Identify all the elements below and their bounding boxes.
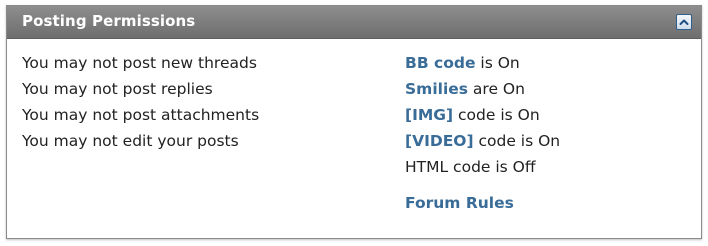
img-code-link[interactable]: [IMG] bbox=[405, 106, 453, 124]
forum-rules-link[interactable]: Forum Rules bbox=[405, 194, 514, 212]
bbcode-setting: BB code is On bbox=[405, 50, 560, 76]
panel-header: Posting Permissions bbox=[7, 6, 701, 39]
smilies-link[interactable]: Smilies bbox=[405, 80, 468, 98]
permission-item: You may not post replies bbox=[22, 80, 213, 98]
bbcode-link[interactable]: BB code bbox=[405, 54, 475, 72]
video-code-link[interactable]: [VIDEO] bbox=[405, 132, 474, 150]
video-setting: [VIDEO] code is On bbox=[405, 128, 560, 154]
smilies-setting: Smilies are On bbox=[405, 76, 560, 102]
collapse-button[interactable] bbox=[676, 14, 692, 30]
collapse-up-icon bbox=[679, 19, 689, 25]
img-status: code is On bbox=[453, 106, 540, 124]
video-status: code is On bbox=[473, 132, 561, 150]
posting-permissions-panel: Posting Permissions You may not post new… bbox=[6, 5, 702, 239]
permission-item: You may not post attachments bbox=[22, 106, 260, 124]
forum-rules-row: Forum Rules bbox=[405, 190, 560, 216]
html-setting: HTML code is Off bbox=[405, 158, 536, 176]
permission-item: You may not post new threads bbox=[22, 54, 257, 72]
panel-title: Posting Permissions bbox=[22, 12, 196, 30]
bbcode-status: is On bbox=[475, 54, 520, 72]
permission-item: You may not edit your posts bbox=[22, 132, 239, 150]
img-setting: [IMG] code is On bbox=[405, 102, 560, 128]
permissions-list: You may not post new threads You may not… bbox=[22, 50, 259, 154]
smilies-status: are On bbox=[468, 80, 525, 98]
code-settings-list: BB code is On Smilies are On [IMG] code … bbox=[405, 50, 560, 216]
